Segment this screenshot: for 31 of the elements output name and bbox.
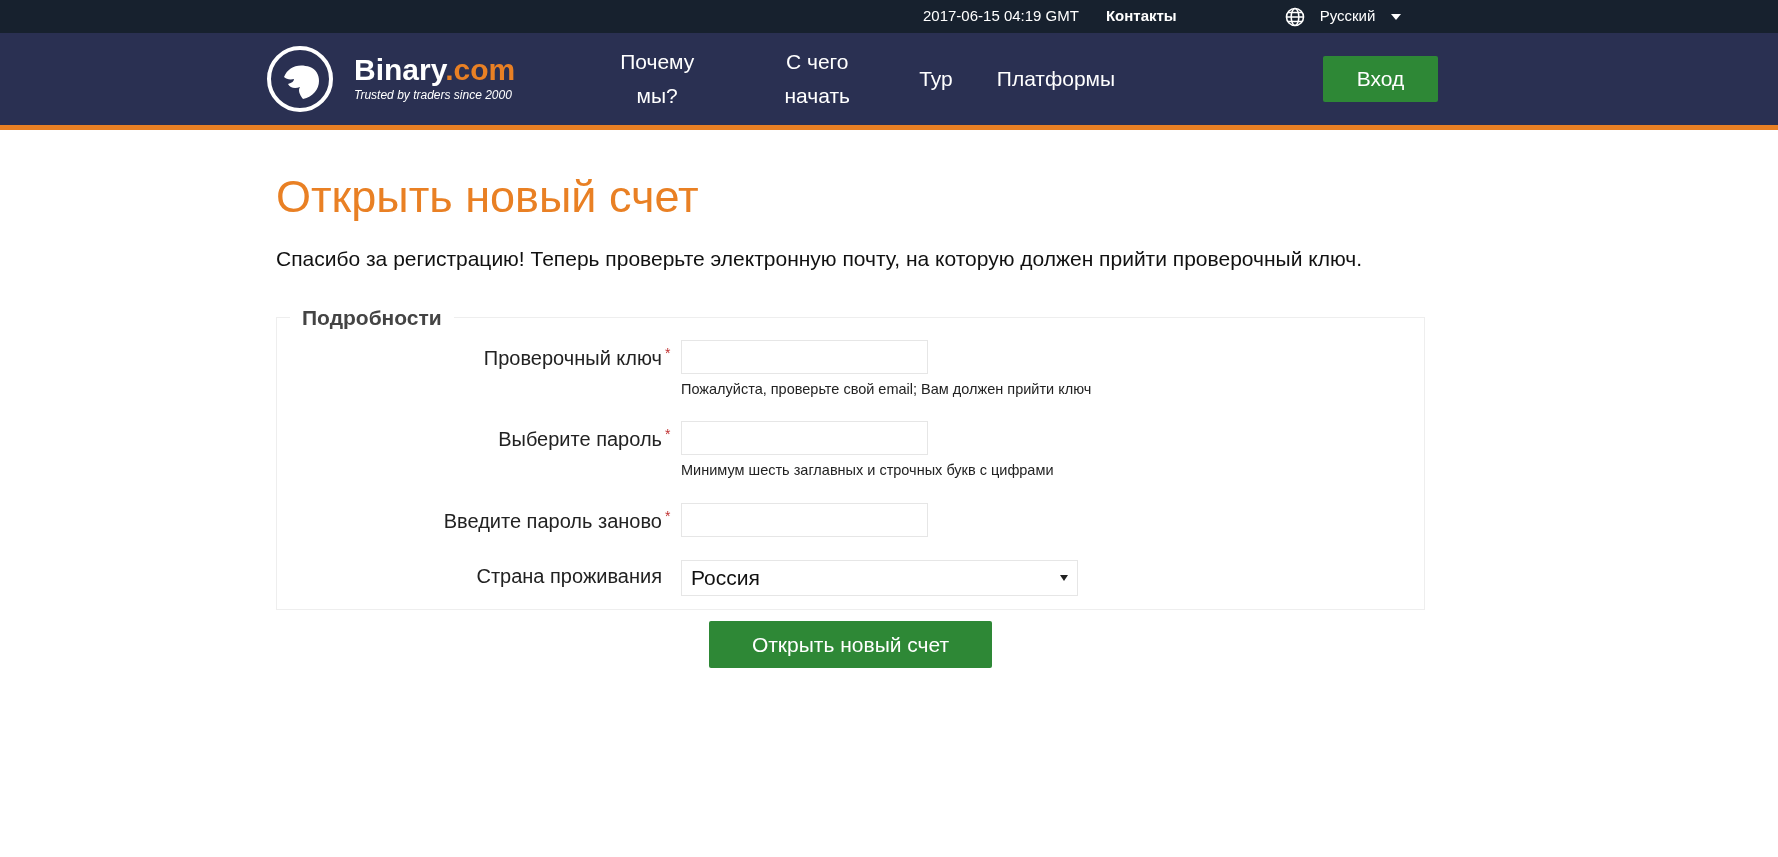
field-label: Страна проживания bbox=[476, 564, 662, 589]
globe-icon bbox=[1284, 6, 1305, 27]
caret-icon bbox=[1391, 13, 1402, 20]
field-hint: Пожалуйста, проверьте свой email; Вам должен прийти ключ bbox=[681, 379, 1092, 399]
nav-link[interactable]: Тур bbox=[897, 62, 975, 96]
nav-link[interactable]: Почему мы? bbox=[577, 45, 738, 113]
required-mark: * bbox=[665, 425, 672, 445]
field-hint: Минимум шесть заглавных и строчных букв с цифрами bbox=[681, 461, 1054, 481]
required-mark: * bbox=[665, 343, 672, 363]
nav-link[interactable]: С чего начать bbox=[737, 45, 898, 113]
submit-button[interactable]: Открыть новый счет bbox=[709, 621, 992, 668]
date-time: 2017-06-15 04:19 GMT bbox=[923, 6, 1079, 27]
text-input[interactable] bbox=[681, 421, 928, 456]
confirmation-message: Спасибо за регистрацию! Теперь проверьте электронную почту, на которую должен прийти проверочный ключ. bbox=[276, 246, 1363, 272]
logo-tagline: Trusted by traders since 2000 bbox=[354, 87, 513, 104]
logo-wordmark: Binary.com bbox=[354, 54, 516, 86]
panel-legend: Подробности bbox=[290, 302, 454, 334]
required-mark: * bbox=[665, 507, 672, 526]
country-select[interactable]: Россия bbox=[681, 560, 1078, 596]
dropdown-caret-icon bbox=[1060, 575, 1068, 581]
field-label: Выберите пароль bbox=[498, 427, 662, 453]
bull-logo-icon bbox=[266, 45, 334, 113]
nav-link[interactable]: Платформы bbox=[974, 62, 1135, 96]
language-selector[interactable]: Русский bbox=[1319, 5, 1376, 28]
contacts-link[interactable]: Контакты bbox=[1105, 5, 1177, 28]
text-input[interactable] bbox=[681, 503, 928, 537]
field-label: Проверочный ключ bbox=[483, 345, 662, 371]
text-input[interactable] bbox=[681, 339, 928, 374]
page-title: Открыть новый счет bbox=[276, 170, 700, 224]
login-button[interactable]: Вход bbox=[1323, 56, 1438, 102]
field-label: Введите пароль заново bbox=[443, 509, 662, 534]
